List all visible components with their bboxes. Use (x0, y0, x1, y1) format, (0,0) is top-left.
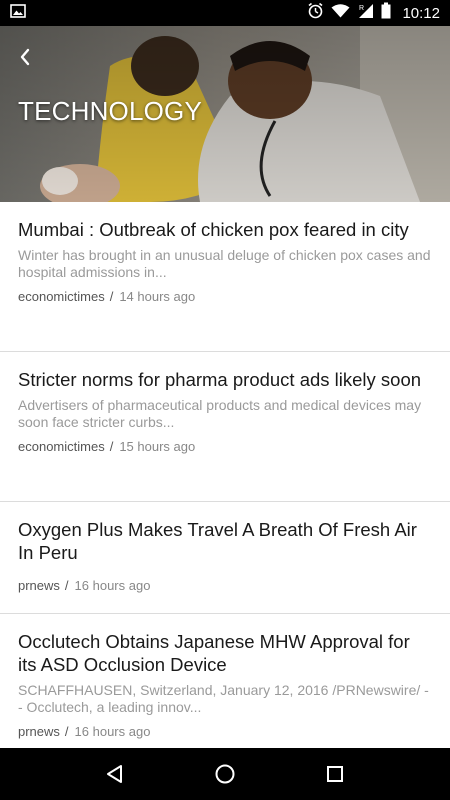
article-item[interactable]: Mumbai : Outbreak of chicken pox feared … (0, 202, 450, 352)
article-title: Oxygen Plus Makes Travel A Breath Of Fre… (18, 519, 417, 563)
article-meta: economictimes / 15 hours ago (18, 439, 433, 454)
system-nav-bar (0, 748, 450, 800)
article-title: Occlutech Obtains Japanese MHW Approval … (18, 631, 410, 675)
article-source: economictimes (18, 439, 105, 454)
meta-separator: / (64, 724, 69, 739)
article-title: Stricter norms for pharma product ads li… (18, 369, 422, 390)
meta-separator: / (64, 578, 69, 593)
article-item[interactable]: Oxygen Plus Makes Travel A Breath Of Fre… (0, 502, 450, 614)
article-time: 16 hours ago (74, 578, 151, 593)
status-bar: R 10:12 (0, 0, 450, 26)
status-time: 10:12 (402, 4, 440, 22)
meta-separator: / (109, 289, 114, 304)
article-summary: Advertisers of pharmaceutical products a… (18, 397, 422, 430)
article-summary: SCHAFFHAUSEN, Switzerland, January 12, 2… (18, 682, 429, 715)
article-meta: economictimes / 14 hours ago (18, 289, 433, 304)
back-triangle-icon (107, 765, 122, 783)
article-meta: prnews / 16 hours ago (18, 724, 433, 739)
recents-square-icon (327, 766, 343, 782)
article-time: 16 hours ago (74, 724, 151, 739)
svg-text:R: R (359, 5, 364, 12)
article-source: economictimes (18, 289, 105, 304)
nav-back-button[interactable] (95, 754, 135, 794)
wifi-icon (331, 3, 350, 23)
article-item[interactable]: Occlutech Obtains Japanese MHW Approval … (0, 614, 450, 764)
back-arrow-icon (20, 48, 30, 66)
signal-icon: R (357, 3, 374, 24)
status-left (10, 3, 26, 23)
category-title: TECHNOLOGY (18, 96, 203, 126)
category-header: TECHNOLOGY (0, 26, 450, 202)
article-meta: prnews / 16 hours ago (18, 578, 433, 593)
article-title: Mumbai : Outbreak of chicken pox feared … (18, 219, 409, 240)
article-source: prnews (18, 578, 60, 593)
article-list: Mumbai : Outbreak of chicken pox feared … (0, 202, 450, 764)
nav-recents-button[interactable] (315, 754, 355, 794)
article-summary: Winter has brought in an unusual deluge … (18, 247, 431, 280)
nav-home-button[interactable] (205, 754, 245, 794)
image-icon (10, 3, 26, 23)
battery-icon (381, 2, 391, 24)
alarm-icon (307, 2, 324, 24)
meta-separator: / (109, 439, 114, 454)
home-circle-icon (215, 764, 235, 784)
article-time: 14 hours ago (119, 289, 196, 304)
back-button[interactable] (12, 44, 38, 70)
article-item[interactable]: Stricter norms for pharma product ads li… (0, 352, 450, 502)
status-right: R 10:12 (307, 2, 440, 24)
article-source: prnews (18, 724, 60, 739)
article-time: 15 hours ago (119, 439, 196, 454)
